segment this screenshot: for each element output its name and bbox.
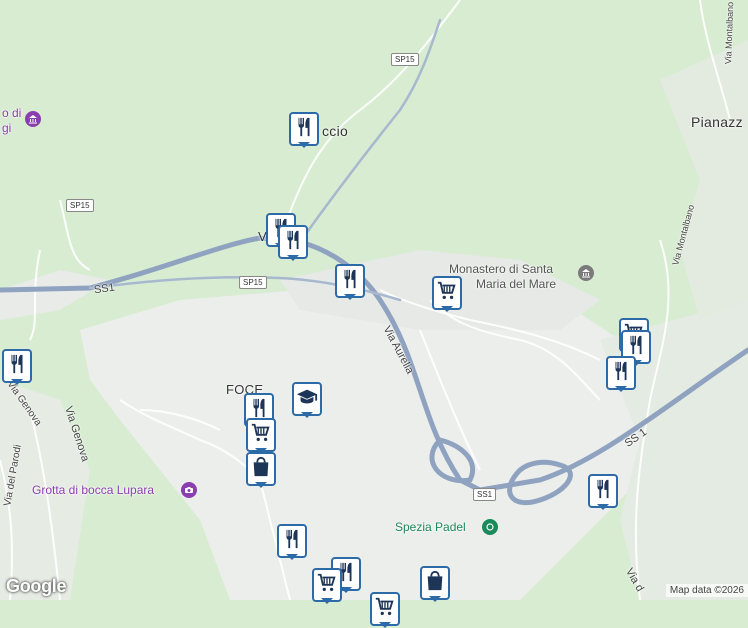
map-marker-restaurant[interactable] <box>2 349 32 385</box>
map-marker-restaurant[interactable] <box>277 524 307 560</box>
fork-knife-icon <box>6 353 28 380</box>
fork-knife-icon <box>281 528 303 555</box>
shopping-bag-icon <box>424 570 446 597</box>
camera-icon[interactable] <box>181 482 197 498</box>
fork-knife-icon <box>592 478 614 505</box>
map-marker-restaurant[interactable] <box>606 356 636 392</box>
place-label-accio: ccio <box>322 123 349 139</box>
map-marker-grocery[interactable] <box>246 418 276 454</box>
road-shield-sp15-mid: SP15 <box>239 276 267 289</box>
shopping-cart-icon <box>250 422 272 449</box>
poi-label-grotta[interactable]: Grotta di bocca Lupara <box>32 483 154 497</box>
map-marker-restaurant[interactable] <box>289 112 319 148</box>
poi-label-monastero-line2[interactable]: Maria del Mare <box>476 277 556 291</box>
fork-knife-icon <box>282 229 304 256</box>
map-marker-grocery[interactable] <box>312 568 342 604</box>
map-canvas[interactable] <box>0 0 748 600</box>
museum-icon[interactable] <box>25 111 41 127</box>
map-marker-school[interactable] <box>292 382 322 418</box>
google-logo: Google <box>6 576 67 596</box>
poi-label-monastero-line1[interactable]: Monastero di Santa <box>449 262 553 276</box>
map-attribution[interactable]: Map data ©2026 <box>665 584 748 597</box>
road-shield-sp15-left: SP15 <box>66 199 94 212</box>
map-marker-grocery[interactable] <box>432 276 462 312</box>
poi-label-left-line2[interactable]: gi <box>2 121 11 135</box>
fork-knife-icon <box>339 268 361 295</box>
poi-label-spezia-padel[interactable]: Spezia Padel <box>395 520 466 534</box>
shopping-bag-icon <box>250 456 272 483</box>
shopping-cart-icon <box>316 572 338 599</box>
sports-icon[interactable] <box>482 519 498 535</box>
map-marker-restaurant[interactable] <box>335 264 365 300</box>
map-marker-restaurant[interactable] <box>278 225 308 261</box>
shopping-cart-icon <box>436 280 458 307</box>
map-marker-restaurant[interactable] <box>588 474 618 510</box>
graduation-cap-icon <box>296 386 318 413</box>
place-label-pianazze: Pianazz <box>691 114 743 130</box>
road-shield-ss1-bottom: SS1 <box>473 488 497 501</box>
poi-label-left-line1[interactable]: o di <box>2 106 21 120</box>
map-marker-grocery[interactable] <box>370 592 400 628</box>
fork-knife-icon <box>610 360 632 387</box>
map-marker-shopping[interactable] <box>246 452 276 488</box>
road-shield-sp15-top: SP15 <box>391 53 419 66</box>
fork-knife-icon <box>293 116 315 143</box>
museum-icon[interactable] <box>578 265 594 281</box>
map-marker-shopping[interactable] <box>420 566 450 602</box>
